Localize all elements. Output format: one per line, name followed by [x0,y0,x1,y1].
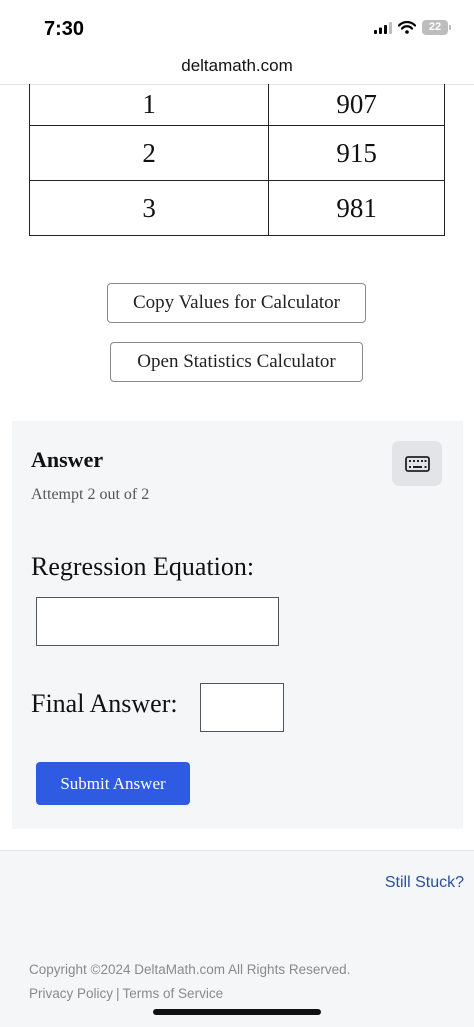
footer-separator: | [116,986,120,1001]
cellular-signal-icon [374,21,392,34]
home-indicator[interactable] [153,1009,321,1015]
copyright-text: Copyright ©2024 DeltaMath.com All Rights… [29,962,351,977]
regression-equation-label: Regression Equation: [31,552,255,581]
table-row: 1 907 [28,84,445,126]
status-icons: 22 [374,20,451,35]
table-row: 3 981 [28,180,445,236]
status-bar: 7:30 22 [0,0,474,52]
table-cell: 907 [268,84,445,126]
keyboard-button[interactable] [392,441,442,486]
privacy-policy-link[interactable]: Privacy Policy [29,986,113,1001]
status-time: 7:30 [44,18,85,40]
attempt-text: Attempt 2 out of 2 [31,486,150,503]
table-cell: 3 [28,180,270,236]
table-cell: 2 [28,125,270,181]
footer-links: Privacy Policy | Terms of Service [29,986,223,1001]
regression-equation-input[interactable] [36,597,279,646]
answer-card: Answer Attempt 2 out of 2 Regression Equ… [12,421,463,829]
still-stuck-link[interactable]: Still Stuck? [385,874,464,892]
final-answer-label: Final Answer: [31,689,178,718]
battery-icon: 22 [422,20,451,35]
terms-of-service-link[interactable]: Terms of Service [123,986,224,1001]
copy-values-button[interactable]: Copy Values for Calculator [107,283,366,323]
answer-title: Answer [31,447,104,472]
submit-answer-button[interactable]: Submit Answer [36,762,190,805]
footer: Still Stuck? Copyright ©2024 DeltaMath.c… [0,850,474,1027]
table-row: 2 915 [28,125,445,181]
keyboard-icon [405,456,430,472]
final-answer-input[interactable] [200,683,284,732]
table-cell: 915 [268,125,445,181]
table-cell: 981 [268,180,445,236]
open-statistics-calculator-button[interactable]: Open Statistics Calculator [110,342,363,382]
table-cell: 1 [28,84,270,126]
url-bar[interactable]: deltamath.com [0,52,474,85]
url-text: deltamath.com [181,56,293,75]
wifi-icon [398,21,416,34]
data-table: 1 907 2 915 3 981 [28,84,445,236]
